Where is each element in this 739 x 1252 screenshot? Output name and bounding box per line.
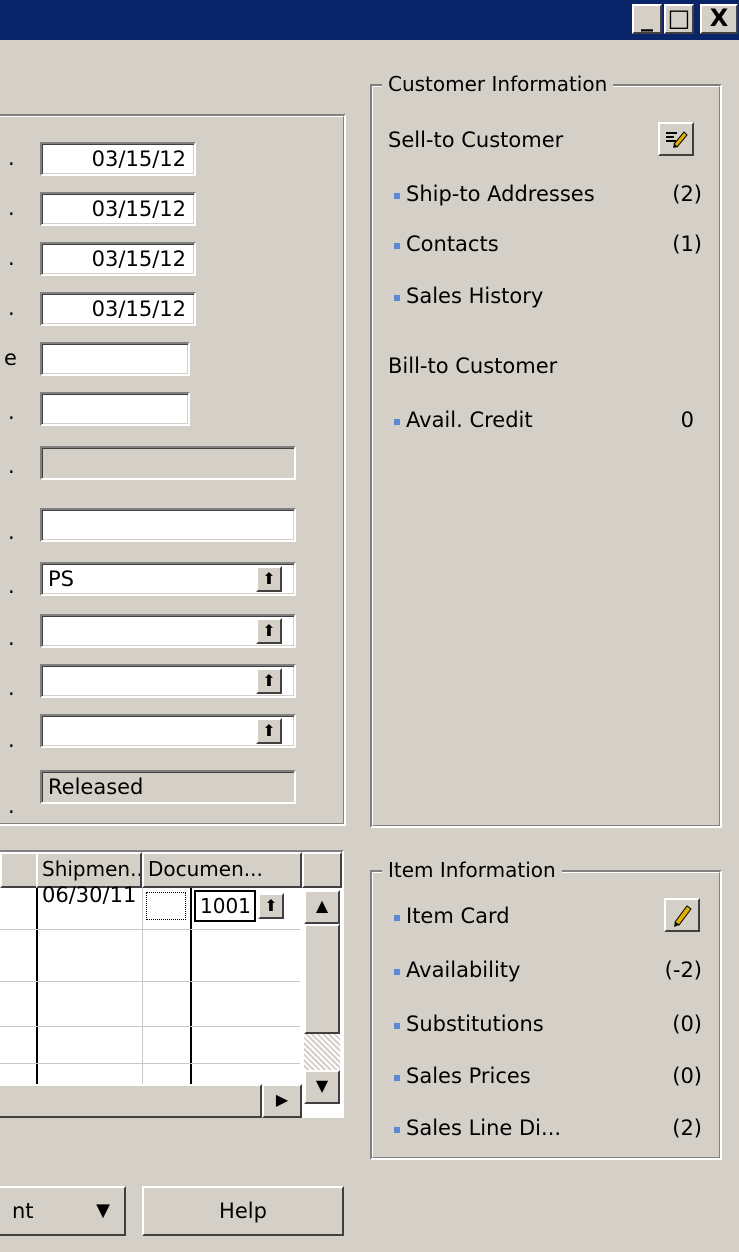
bullet-icon — [394, 295, 400, 301]
status-field: Released — [40, 770, 296, 804]
bullet-icon — [394, 969, 400, 975]
grid-column-header[interactable] — [0, 852, 38, 888]
contacts-link[interactable]: Contacts — [406, 232, 499, 256]
document-date-field[interactable]: 03/15/12 — [40, 292, 196, 326]
availability-link[interactable]: Availability — [406, 958, 520, 982]
help-button[interactable]: Help — [142, 1186, 344, 1236]
bill-to-customer-label: Bill-to Customer — [388, 354, 558, 378]
text-field-1[interactable] — [40, 342, 190, 376]
customer-info-title: Customer Information — [382, 72, 614, 96]
maximize-button[interactable]: □ — [664, 4, 694, 34]
grid-row-line — [0, 1026, 300, 1027]
grid-corner — [302, 852, 342, 888]
ship-to-count: (2) — [672, 182, 702, 206]
grid-column-header-document[interactable]: Documen... — [142, 852, 302, 888]
grid-cell-shipment-date[interactable]: 06/30/11 — [42, 883, 136, 907]
vertical-scroll-thumb[interactable] — [304, 924, 340, 1034]
grid-row-line — [0, 981, 300, 982]
grid-divider — [36, 888, 38, 1084]
sell-to-customer-label[interactable]: Sell-to Customer — [388, 128, 563, 152]
bullet-icon — [394, 193, 400, 199]
edit-customer-icon[interactable] — [658, 122, 694, 156]
grid-row-line — [0, 1063, 300, 1064]
field-label-dot: . — [8, 520, 15, 544]
bullet-icon — [394, 419, 400, 425]
minimize-button[interactable]: _ — [632, 4, 662, 34]
dropdown-arrow-icon: ▼ — [96, 1200, 110, 1221]
grid-cell-document-no[interactable]: 1001 — [194, 890, 256, 922]
close-button[interactable]: X — [700, 4, 738, 34]
field-label-dot: . — [8, 574, 15, 598]
text-field-3[interactable] — [40, 508, 296, 542]
field-label-dot: . — [8, 246, 15, 270]
posting-date-field[interactable]: 03/15/12 — [40, 192, 196, 226]
avail-credit-link[interactable]: Avail. Credit — [406, 408, 533, 432]
field-label-dot: . — [8, 728, 15, 752]
print-menu-label: nt — [12, 1199, 34, 1223]
ship-to-addresses-link[interactable]: Ship-to Addresses — [406, 182, 595, 206]
substitutions-link[interactable]: Substitutions — [406, 1012, 544, 1036]
scroll-right-icon[interactable]: ▶ — [262, 1084, 302, 1118]
sales-line-discount-count: (2) — [672, 1116, 702, 1140]
field-label-dot: . — [8, 454, 15, 478]
avail-credit-value: 0 — [680, 408, 694, 432]
shipment-date-field[interactable]: 03/15/12 — [40, 242, 196, 276]
field-label-dot: . — [8, 794, 15, 818]
bullet-icon — [394, 1127, 400, 1133]
sales-history-link[interactable]: Sales History — [406, 284, 543, 308]
order-date-field[interactable]: 03/15/12 — [40, 142, 196, 176]
scroll-down-icon[interactable]: ▼ — [304, 1070, 340, 1104]
lookup-arrow-icon[interactable]: ⬆ — [256, 668, 282, 694]
item-info-title: Item Information — [382, 858, 562, 882]
bullet-icon — [394, 243, 400, 249]
sales-prices-link[interactable]: Sales Prices — [406, 1064, 531, 1088]
lookup-arrow-icon[interactable]: ⬆ — [256, 566, 282, 592]
grid-divider — [190, 888, 192, 1084]
field-label-dot: . — [8, 676, 15, 700]
horizontal-scroll-thumb[interactable] — [0, 1084, 262, 1118]
print-menu-button[interactable]: nt ▼ — [0, 1186, 126, 1236]
edit-item-icon[interactable] — [664, 898, 700, 932]
lookup-arrow-icon[interactable]: ⬆ — [256, 618, 282, 644]
grid-divider — [142, 888, 143, 1084]
field-label-dot: . — [8, 400, 15, 424]
field-label-dot: . — [8, 196, 15, 220]
grid-cell-focus[interactable] — [146, 892, 186, 920]
contacts-count: (1) — [672, 232, 702, 256]
field-label-dot: . — [8, 626, 15, 650]
sales-prices-count: (0) — [672, 1064, 702, 1088]
scroll-up-icon[interactable]: ▲ — [304, 890, 340, 924]
readonly-field — [40, 446, 296, 480]
field-label-dot: . — [8, 296, 15, 320]
lookup-arrow-icon[interactable]: ⬆ — [256, 718, 282, 744]
grid-lookup-arrow-icon[interactable]: ⬆ — [258, 893, 284, 919]
availability-count: (-2) — [664, 958, 702, 982]
vertical-scroll-track[interactable] — [304, 1034, 340, 1070]
item-card-link[interactable]: Item Card — [406, 904, 510, 928]
text-field-2[interactable] — [40, 392, 190, 426]
field-label-dot: . — [8, 146, 15, 170]
grid-row-line — [0, 929, 300, 930]
sales-line-discount-link[interactable]: Sales Line Di... — [406, 1116, 561, 1140]
field-label-partial: e — [4, 346, 17, 370]
window-title-bar: _ □ X — [0, 0, 739, 40]
bullet-icon — [394, 915, 400, 921]
bullet-icon — [394, 1023, 400, 1029]
bullet-icon — [394, 1075, 400, 1081]
substitutions-count: (0) — [672, 1012, 702, 1036]
